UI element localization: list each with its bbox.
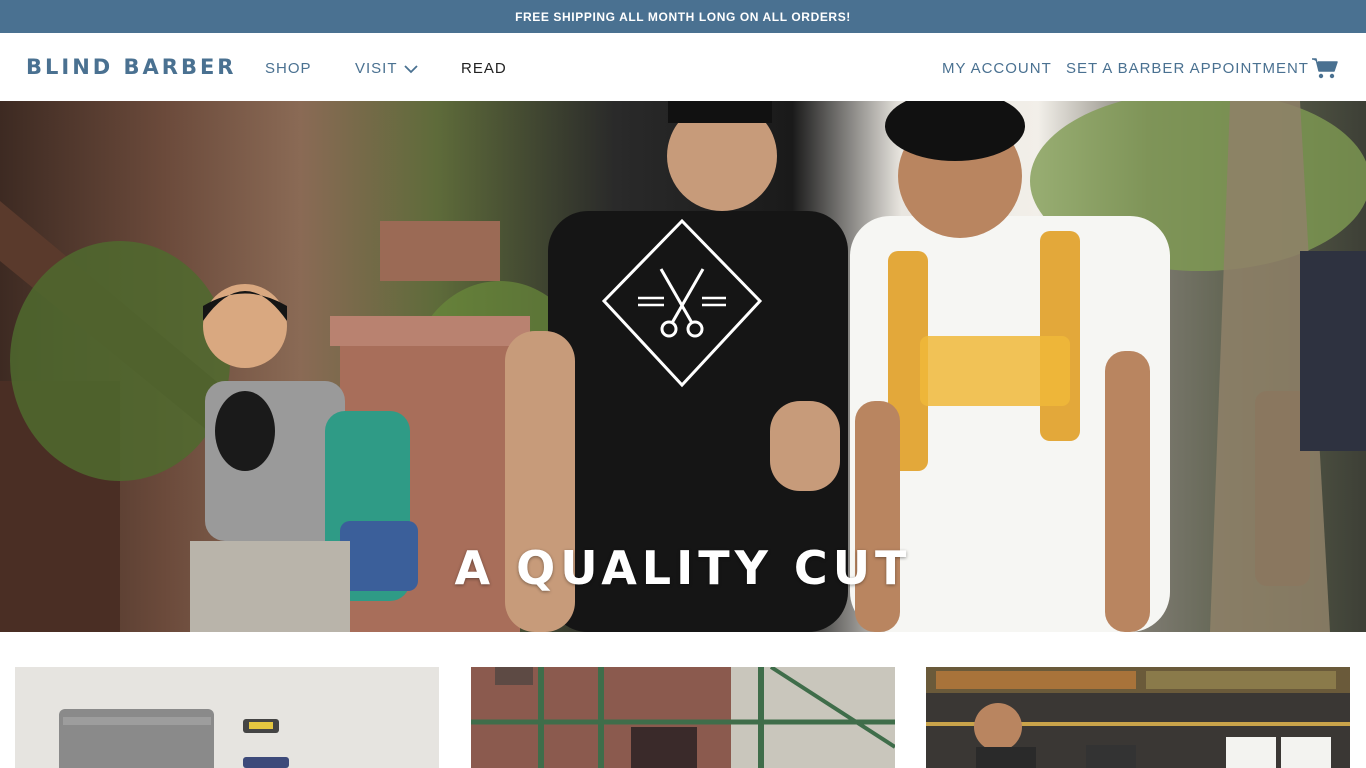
site-header: BLIND BARBER SHOP VISIT READ MY ACCOUNT … [0, 33, 1366, 101]
feature-cards [0, 632, 1366, 768]
my-account-link[interactable]: MY ACCOUNT [942, 60, 1052, 77]
chevron-down-icon [403, 64, 418, 73]
hero-banner[interactable]: A QUALITY CUT [0, 101, 1366, 632]
feature-card-barbershop[interactable] [926, 667, 1350, 768]
nav-shop[interactable]: SHOP [265, 60, 312, 77]
site-logo[interactable]: BLIND BARBER [26, 55, 236, 79]
hero-title: A QUALITY CUT [454, 541, 912, 595]
nav-read[interactable]: READ [461, 60, 507, 77]
barbershop-photo [926, 667, 1350, 768]
feature-card-visit[interactable] [471, 667, 895, 768]
nav-visit-label: VISIT [355, 60, 398, 77]
storefront-photo [471, 667, 895, 768]
cart-icon[interactable] [1311, 56, 1339, 80]
barber-appointment-link[interactable]: SET A BARBER APPOINTMENT [1066, 60, 1309, 77]
nav-visit[interactable]: VISIT [355, 60, 418, 77]
products-photo [15, 667, 439, 768]
promo-text: FREE SHIPPING ALL MONTH LONG ON ALL ORDE… [515, 9, 851, 24]
feature-card-products[interactable] [15, 667, 439, 768]
promo-banner: FREE SHIPPING ALL MONTH LONG ON ALL ORDE… [0, 0, 1366, 33]
